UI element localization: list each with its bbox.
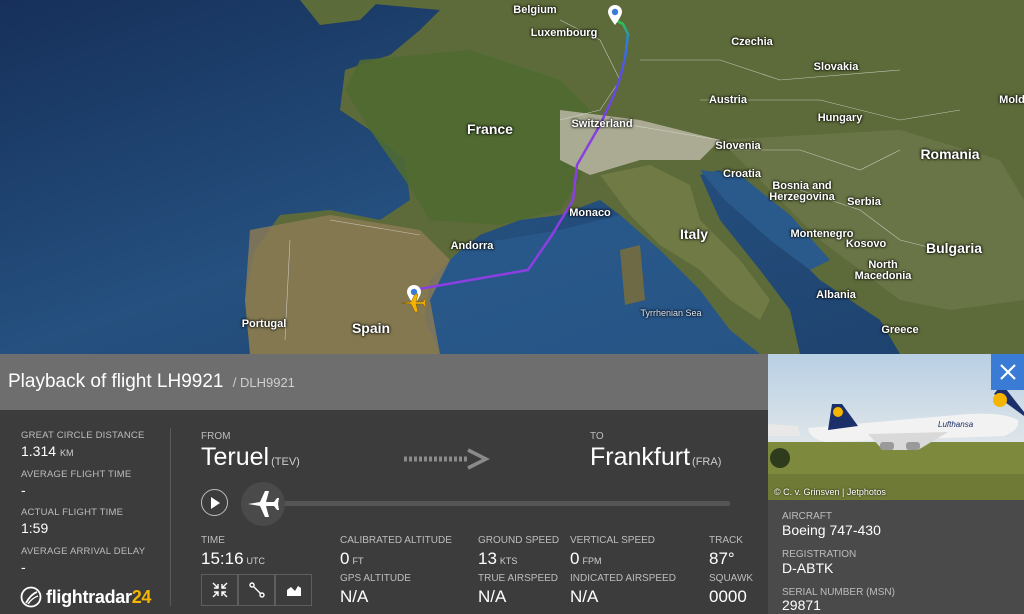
label-north-macedonia: North Macedonia: [854, 259, 912, 282]
stat-actual-flight-time: ACTUAL FLIGHT TIME 1:59: [21, 507, 123, 536]
flightradar24-logo[interactable]: flightradar24: [20, 586, 151, 608]
collapse-icon: [212, 582, 227, 598]
actual-flight-time-label: ACTUAL FLIGHT TIME: [21, 507, 124, 518]
route-view-button[interactable]: [238, 574, 275, 606]
label-hungary: Hungary: [817, 112, 863, 124]
label-bosnia: Bosnia and Herzegovina: [769, 180, 835, 203]
time-value: 15:16 UTC: [201, 549, 266, 568]
aircraft-label: AIRCRAFT: [782, 511, 832, 522]
ground-speed-value: 13 KTS: [478, 549, 518, 568]
indicated-airspeed-label: INDICATED AIRSPEED: [570, 573, 676, 584]
label-luxembourg: Luxembourg: [530, 27, 598, 39]
label-serbia: Serbia: [847, 196, 881, 208]
calibrated-altitude-label: CALIBRATED ALTITUDE: [340, 535, 452, 546]
label-spain: Spain: [351, 320, 391, 336]
label-portugal: Portugal: [241, 318, 287, 330]
route-arrow-icon: [404, 448, 490, 470]
aircraft-photo-image: Lufthansa: [768, 354, 1024, 500]
from-label: FROM: [201, 431, 231, 442]
flight-map[interactable]: Belgium Luxembourg Czechia France Slovak…: [0, 0, 1024, 354]
livery-text: Lufthansa: [938, 420, 974, 429]
label-monaco: Monaco: [569, 207, 611, 219]
play-icon: [210, 496, 220, 509]
plane-icon: [248, 491, 279, 517]
label-albania: Albania: [816, 289, 856, 301]
avg-flight-time-value: -: [21, 482, 26, 498]
registration-label: REGISTRATION: [782, 549, 857, 560]
radar-logo-icon: [20, 586, 42, 608]
panel-title: Playback of flight LH9921 / DLH9921: [8, 371, 295, 393]
label-andorra: Andorra: [450, 240, 494, 252]
label-croatia: Croatia: [723, 168, 761, 180]
label-italy: Italy: [679, 226, 709, 242]
vertical-speed-label: VERTICAL SPEED: [570, 535, 656, 546]
squawk-value: 0000: [709, 587, 747, 606]
great-circle-label: GREAT CIRCLE DISTANCE: [21, 430, 145, 441]
avg-flight-time-label: AVERAGE FLIGHT TIME: [21, 469, 132, 480]
aircraft-value: Boeing 747-430: [782, 522, 881, 538]
playback-timeline[interactable]: [262, 501, 730, 506]
great-circle-value: 1.314 KM: [21, 443, 74, 459]
logo-text: flightradar24: [46, 586, 152, 607]
true-airspeed-value: N/A: [478, 587, 507, 606]
indicated-airspeed-value: N/A: [570, 587, 599, 606]
altitude-graph-button[interactable]: [275, 574, 312, 606]
label-switzerland: Switzerland: [571, 118, 633, 130]
panel-header: Playback of flight LH9921 / DLH9921: [0, 354, 768, 410]
stats-divider: [170, 428, 171, 606]
aircraft-icon[interactable]: [399, 292, 427, 314]
destination-pin-icon[interactable]: [606, 4, 624, 26]
label-montenegro: Montenegro: [790, 228, 854, 240]
label-belgium: Belgium: [513, 4, 557, 16]
ground-speed-label: GROUND SPEED: [478, 535, 560, 546]
play-button[interactable]: [201, 489, 228, 516]
timeline-scrubber[interactable]: [241, 482, 285, 526]
close-button[interactable]: [991, 354, 1024, 390]
label-slovakia: Slovakia: [813, 61, 859, 73]
squawk-label: SQUAWK: [709, 573, 754, 584]
track-value: 87°: [709, 549, 735, 568]
actual-flight-time-value: 1:59: [21, 520, 49, 536]
flight-title: Playback of flight LH9921: [8, 371, 224, 392]
calibrated-altitude-value: 0 FT: [340, 549, 364, 568]
collapse-view-button[interactable]: [201, 574, 238, 606]
registration-value: D-ABTK: [782, 560, 834, 576]
avg-arrival-delay-value: -: [21, 559, 26, 575]
to-city: Frankfurt (FRA): [590, 443, 722, 471]
aircraft-photo[interactable]: Lufthansa © C. v. Grinsven | Jetphotos: [768, 354, 1024, 500]
graph-icon: [286, 586, 301, 596]
label-bulgaria: Bulgaria: [925, 240, 983, 256]
gps-altitude-label: GPS ALTITUDE: [340, 573, 411, 584]
to-label: TO: [590, 431, 604, 442]
gps-altitude-value: N/A: [340, 587, 369, 606]
true-airspeed-label: TRUE AIRSPEED: [478, 573, 559, 584]
callsign: / DLH9921: [232, 375, 295, 390]
from-city: Teruel (TEV): [201, 443, 300, 471]
label-slovenia: Slovenia: [715, 140, 761, 152]
label-kosovo: Kosovo: [845, 238, 887, 250]
stat-great-circle: GREAT CIRCLE DISTANCE 1.314 KM: [21, 430, 145, 459]
serial-number-value: 29871: [782, 597, 821, 613]
label-moldova: Mold: [999, 94, 1024, 106]
avg-arrival-delay-label: AVERAGE ARRIVAL DELAY: [21, 546, 146, 557]
label-romania: Romania: [920, 146, 980, 162]
flight-stats: GREAT CIRCLE DISTANCE 1.314 KM AVERAGE F…: [0, 410, 170, 614]
label-tyrrhenian-sea: Tyrrhenian Sea: [640, 308, 702, 318]
label-greece: Greece: [881, 324, 919, 336]
vertical-speed-value: 0 FPM: [570, 549, 602, 568]
time-label: TIME: [201, 535, 225, 546]
close-icon: [999, 364, 1016, 380]
label-austria: Austria: [709, 94, 747, 106]
label-france: France: [467, 121, 513, 137]
label-czechia: Czechia: [731, 36, 773, 48]
stat-avg-flight-time: AVERAGE FLIGHT TIME -: [21, 469, 131, 498]
flight-route: [412, 18, 630, 292]
aircraft-panel: Lufthansa © C. v. Grinsven | Jetphotos A…: [768, 354, 1024, 614]
stat-avg-arrival-delay: AVERAGE ARRIVAL DELAY -: [21, 546, 145, 575]
photo-credit: © C. v. Grinsven | Jetphotos: [774, 487, 886, 497]
track-label: TRACK: [709, 535, 743, 546]
route-icon: [248, 582, 265, 598]
